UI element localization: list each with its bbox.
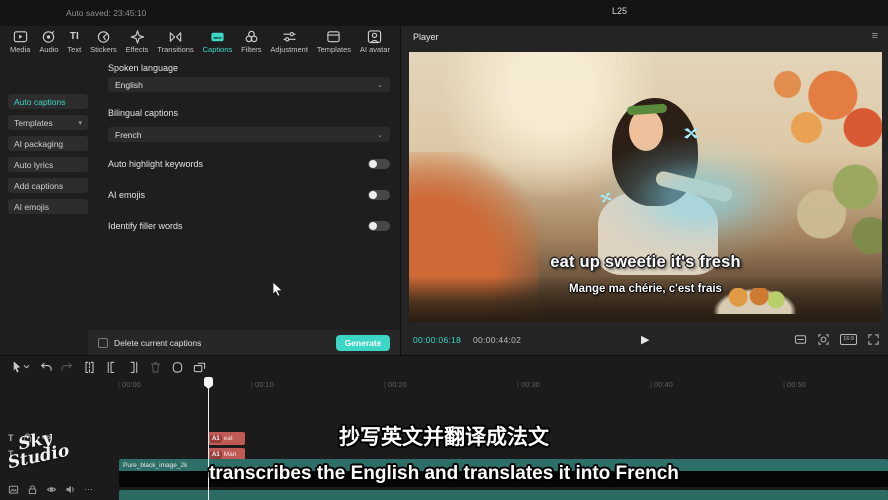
mouse-cursor	[272, 281, 284, 297]
bilingual-captions-select[interactable]: French ⌄	[108, 127, 390, 142]
timeline-toolbar	[0, 356, 206, 377]
filters-icon	[244, 29, 259, 44]
sidebar-item-add-captions[interactable]: Add captions	[8, 178, 88, 193]
video-caption-primary: eat up sweetie it's fresh	[409, 253, 882, 272]
delete-right-button[interactable]	[127, 360, 140, 373]
play-button[interactable]: ▶	[641, 333, 649, 346]
tab-stickers[interactable]: Stickers	[90, 29, 117, 54]
video-caption-secondary: Mange ma chérie, c'est frais	[409, 283, 882, 295]
tab-effects[interactable]: Effects	[126, 29, 149, 54]
tab-audio[interactable]: Audio	[39, 29, 58, 54]
sidebar-item-ai-emojis[interactable]: AI emojis	[8, 199, 88, 214]
undo-button[interactable]	[39, 360, 52, 373]
identify-filler-words-toggle[interactable]	[368, 221, 390, 231]
timeline-ruler[interactable]: 00:00 00:10 00:20 00:30 00:40 00:50	[0, 377, 888, 393]
eye-icon[interactable]	[46, 484, 57, 495]
ai-emojis-row: AI emojis	[108, 188, 390, 202]
stickers-icon	[96, 29, 111, 44]
focus-icon[interactable]	[817, 333, 830, 346]
tab-adjustment[interactable]: Adjustment	[270, 29, 308, 54]
chevron-down-icon	[23, 363, 30, 370]
chevron-down-icon: ▾	[78, 119, 82, 127]
tab-ai-avatar[interactable]: AI avatar	[360, 29, 390, 54]
video-scene-glow	[589, 133, 809, 263]
delete-left-button[interactable]	[105, 360, 118, 373]
effects-icon	[130, 29, 145, 44]
video-track-icon	[8, 484, 19, 495]
audio-clip[interactable]	[119, 490, 888, 500]
player-panel: Player ≡ eat up sweetie it's fresh Mange…	[400, 26, 888, 355]
preview-quality-icon[interactable]	[794, 333, 807, 346]
aspect-ratio-button[interactable]: 16:9	[840, 334, 857, 345]
tab-captions[interactable]: Captions	[203, 29, 233, 54]
select-tool-button[interactable]	[10, 360, 30, 373]
player-controls: 00:00:06:18 00:00:44:02 ▶ 16:9	[401, 326, 888, 355]
media-icon	[13, 29, 28, 44]
trim-left-icon	[105, 360, 118, 373]
delete-button[interactable]	[149, 360, 162, 373]
capcut-editor-window: Auto saved: 23:45:10 L25 Media Audio TI …	[0, 0, 888, 500]
sidebar-item-templates[interactable]: Templates▾	[8, 115, 88, 130]
session-label: L25	[612, 6, 627, 16]
sidebar-item-ai-packaging[interactable]: AI packaging	[8, 136, 88, 151]
redo-button[interactable]	[61, 360, 74, 373]
main-toolbar: Media Audio TI Text Stickers Effects Tra…	[0, 26, 400, 57]
fullscreen-icon[interactable]	[867, 333, 880, 346]
autosave-status: Auto saved: 23:45:10	[66, 8, 146, 18]
trash-icon	[149, 360, 162, 373]
total-timecode: 00:00:44:02	[473, 335, 521, 345]
tab-media[interactable]: Media	[10, 29, 30, 54]
cursor-icon	[10, 360, 23, 373]
spoken-language-select[interactable]: English ⌄	[108, 77, 390, 92]
adjustment-icon	[282, 29, 297, 44]
video-preview[interactable]: eat up sweetie it's fresh Mange ma chéri…	[409, 52, 882, 322]
undo-icon	[39, 360, 52, 373]
delete-current-captions-checkbox[interactable]	[98, 338, 108, 348]
tab-filters[interactable]: Filters	[241, 29, 261, 54]
title-bar: Auto saved: 23:45:10 L25	[0, 0, 888, 26]
text-icon: TI	[70, 29, 79, 44]
mask-icon	[171, 360, 184, 373]
sidebar-item-auto-lyrics[interactable]: Auto lyrics	[8, 157, 88, 172]
generate-button[interactable]: Generate	[336, 335, 390, 351]
tab-text[interactable]: TI Text	[67, 29, 81, 54]
video-track-header: ⋯	[8, 484, 94, 495]
auto-highlight-keywords-row: Auto highlight keywords	[108, 157, 390, 171]
current-timecode: 00:00:06:18	[413, 335, 461, 345]
media-captions-panel: Media Audio TI Text Stickers Effects Tra…	[0, 26, 400, 355]
ai-emojis-toggle[interactable]	[368, 190, 390, 200]
templates-icon	[326, 29, 341, 44]
more-options-icon[interactable]: ⋯	[84, 484, 94, 495]
overlay-subtitle-english: transcribes the English and translates i…	[0, 463, 888, 485]
chevron-down-icon: ⌄	[377, 131, 383, 139]
captions-panel-footer: Delete current captions Generate	[88, 330, 400, 355]
speaker-icon[interactable]	[65, 484, 76, 495]
spoken-language-label: Spoken language	[108, 63, 178, 73]
ai-avatar-icon	[367, 29, 382, 44]
split-icon	[83, 360, 96, 373]
split-button[interactable]	[83, 360, 96, 373]
auto-highlight-keywords-toggle[interactable]	[368, 159, 390, 169]
player-title: Player	[413, 32, 439, 42]
bilingual-captions-label: Bilingual captions	[108, 108, 178, 118]
overtrack-icon	[193, 360, 206, 373]
redo-icon	[61, 360, 74, 373]
chevron-down-icon: ⌄	[377, 81, 383, 89]
overtrack-button[interactable]	[193, 360, 206, 373]
trim-right-icon	[127, 360, 140, 373]
identify-filler-words-row: Identify filler words	[108, 219, 390, 233]
transitions-icon	[168, 29, 183, 44]
mask-button[interactable]	[171, 360, 184, 373]
audio-icon	[41, 29, 56, 44]
player-menu-icon[interactable]: ≡	[872, 30, 878, 42]
overlay-subtitle-chinese: 抄写英文并翻译成法文	[0, 421, 888, 451]
lock-icon[interactable]	[27, 484, 38, 495]
tab-templates[interactable]: Templates	[317, 29, 351, 54]
sidebar-item-auto-captions[interactable]: Auto captions	[8, 94, 88, 109]
captions-icon	[210, 29, 225, 44]
tab-transitions[interactable]: Transitions	[157, 29, 193, 54]
